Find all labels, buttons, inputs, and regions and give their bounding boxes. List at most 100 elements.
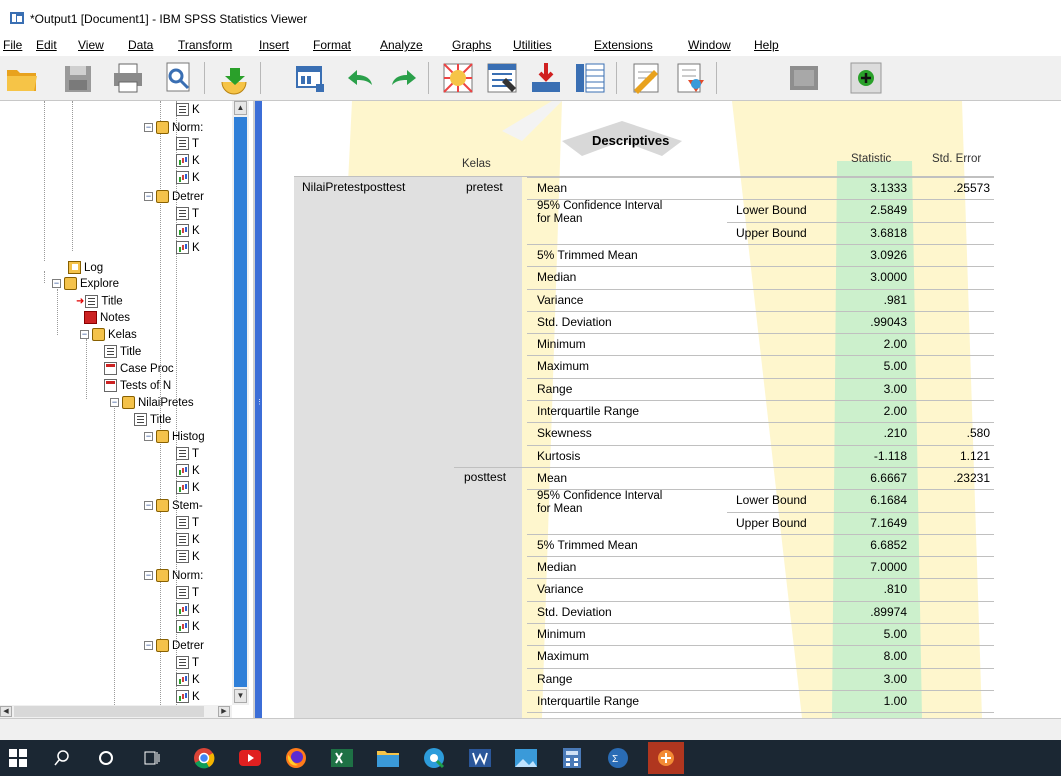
menu-help[interactable]: Help: [754, 38, 779, 52]
menu-extensions[interactable]: Extensions: [594, 38, 653, 52]
goto-case-icon[interactable]: [484, 60, 520, 96]
cortana-icon[interactable]: [92, 744, 120, 772]
save-icon[interactable]: [60, 60, 96, 96]
calculator-icon[interactable]: [558, 744, 586, 772]
tree-node[interactable]: T: [176, 586, 199, 601]
tree-node[interactable]: T: [176, 137, 199, 152]
variables-icon[interactable]: [572, 60, 608, 96]
tree-node[interactable]: K: [176, 620, 200, 635]
print-icon[interactable]: [110, 60, 146, 96]
tree-node[interactable]: Tests of N: [104, 379, 171, 394]
menu-transform[interactable]: Transform: [178, 38, 232, 52]
tree-node-notes[interactable]: Notes: [84, 311, 130, 326]
outline-horizontal-scrollbar[interactable]: ◀ ▶: [0, 705, 232, 718]
photos-icon[interactable]: [512, 744, 540, 772]
chrome-icon[interactable]: [190, 744, 218, 772]
menu-utilities[interactable]: Utilities: [513, 38, 552, 52]
tree-node[interactable]: Title: [134, 413, 171, 428]
tree-node[interactable]: − Detrer: [144, 190, 204, 205]
pane-splitter[interactable]: ⋮: [255, 101, 263, 718]
collapse-icon[interactable]: −: [144, 123, 153, 133]
menu-format[interactable]: Format: [313, 38, 351, 52]
collapse-icon[interactable]: −: [144, 501, 153, 511]
tree-node-kelas[interactable]: − Kelas: [80, 328, 137, 343]
dialog-recall-icon[interactable]: [292, 60, 328, 96]
excel-icon[interactable]: [328, 744, 356, 772]
tree-node[interactable]: K: [176, 464, 200, 479]
tree-node[interactable]: − Detrer: [144, 639, 204, 654]
tree-node[interactable]: − Norm:: [144, 121, 203, 136]
tree-node[interactable]: K: [176, 673, 200, 688]
redo-icon[interactable]: [386, 60, 422, 96]
scroll-down-icon[interactable]: ▼: [234, 689, 247, 703]
scroll-thumb[interactable]: [14, 706, 204, 717]
title-output-icon: [176, 137, 189, 151]
tree-node-explore[interactable]: − Explore: [52, 277, 119, 292]
undo-icon[interactable]: [342, 60, 378, 96]
tree-node-title[interactable]: ➜ Title: [76, 294, 123, 309]
goto-data-icon[interactable]: [440, 60, 476, 96]
scroll-left-icon[interactable]: ◀: [0, 706, 12, 717]
file-explorer-icon[interactable]: [374, 744, 402, 772]
collapse-icon[interactable]: −: [52, 279, 61, 289]
chrome-alt-icon[interactable]: [420, 744, 448, 772]
tree-node[interactable]: K: [176, 103, 200, 118]
create-title-icon[interactable]: [672, 60, 708, 96]
spss-icon[interactable]: Σ: [604, 744, 632, 772]
tree-node[interactable]: K: [176, 550, 200, 565]
tree-node[interactable]: T: [176, 516, 199, 531]
outline-vertical-scrollbar[interactable]: ▲ ▼: [232, 101, 249, 705]
menu-insert[interactable]: Insert: [259, 38, 289, 52]
designate-window-icon[interactable]: [628, 60, 664, 96]
tree-node[interactable]: K: [176, 533, 200, 548]
menu-edit[interactable]: Edit: [36, 38, 57, 52]
tree-node[interactable]: K: [176, 690, 200, 705]
search-icon[interactable]: [48, 744, 76, 772]
tree-node[interactable]: T: [176, 207, 199, 222]
tree-node[interactable]: − Stem-: [144, 499, 203, 514]
windows-start-icon[interactable]: [4, 744, 32, 772]
tree-node[interactable]: K: [176, 224, 200, 239]
menu-data[interactable]: Data: [128, 38, 153, 52]
collapse-icon[interactable]: −: [144, 432, 153, 442]
tree-node[interactable]: − Histog: [144, 430, 205, 445]
tree-node[interactable]: K: [176, 481, 200, 496]
firefox-icon[interactable]: [282, 744, 310, 772]
youtube-icon[interactable]: [236, 744, 264, 772]
tree-node[interactable]: K: [176, 154, 200, 169]
menu-analyze[interactable]: Analyze: [380, 38, 423, 52]
tree-node[interactable]: − NilaiPretes: [110, 396, 194, 411]
show-all-icon[interactable]: [786, 60, 822, 96]
open-icon[interactable]: [4, 60, 40, 96]
export-icon[interactable]: [216, 60, 252, 96]
statistic-value: 2.5849: [870, 203, 907, 218]
tree-node[interactable]: Case Proc: [104, 362, 174, 377]
tree-node[interactable]: T: [176, 447, 199, 462]
tree-node[interactable]: K: [176, 171, 200, 186]
tree-node[interactable]: T: [176, 656, 199, 671]
menu-view[interactable]: View: [78, 38, 104, 52]
tree-node[interactable]: − Norm:: [144, 569, 203, 584]
print-preview-icon[interactable]: [160, 60, 196, 96]
collapse-icon[interactable]: −: [144, 571, 153, 581]
task-view-icon[interactable]: [138, 744, 166, 772]
menu-graphs[interactable]: Graphs: [452, 38, 491, 52]
collapse-icon[interactable]: −: [80, 330, 89, 340]
menu-window[interactable]: Window: [688, 38, 731, 52]
tree-node[interactable]: K: [176, 603, 200, 618]
scroll-right-icon[interactable]: ▶: [218, 706, 230, 717]
app-icon[interactable]: [648, 742, 684, 774]
tree-node[interactable]: Title: [104, 345, 141, 360]
tree-node-log[interactable]: Log: [68, 261, 103, 276]
word-icon[interactable]: [466, 744, 494, 772]
statistic-value: 6.6667: [870, 470, 907, 485]
collapse-icon[interactable]: −: [144, 641, 153, 651]
tree-node[interactable]: K: [176, 241, 200, 256]
collapse-icon[interactable]: −: [110, 398, 119, 408]
insert-output-icon[interactable]: [848, 60, 884, 96]
scroll-thumb[interactable]: [234, 117, 247, 687]
goto-variable-icon[interactable]: [528, 60, 564, 96]
menu-file[interactable]: File: [3, 38, 22, 52]
collapse-icon[interactable]: −: [144, 192, 153, 202]
scroll-up-icon[interactable]: ▲: [234, 101, 247, 115]
